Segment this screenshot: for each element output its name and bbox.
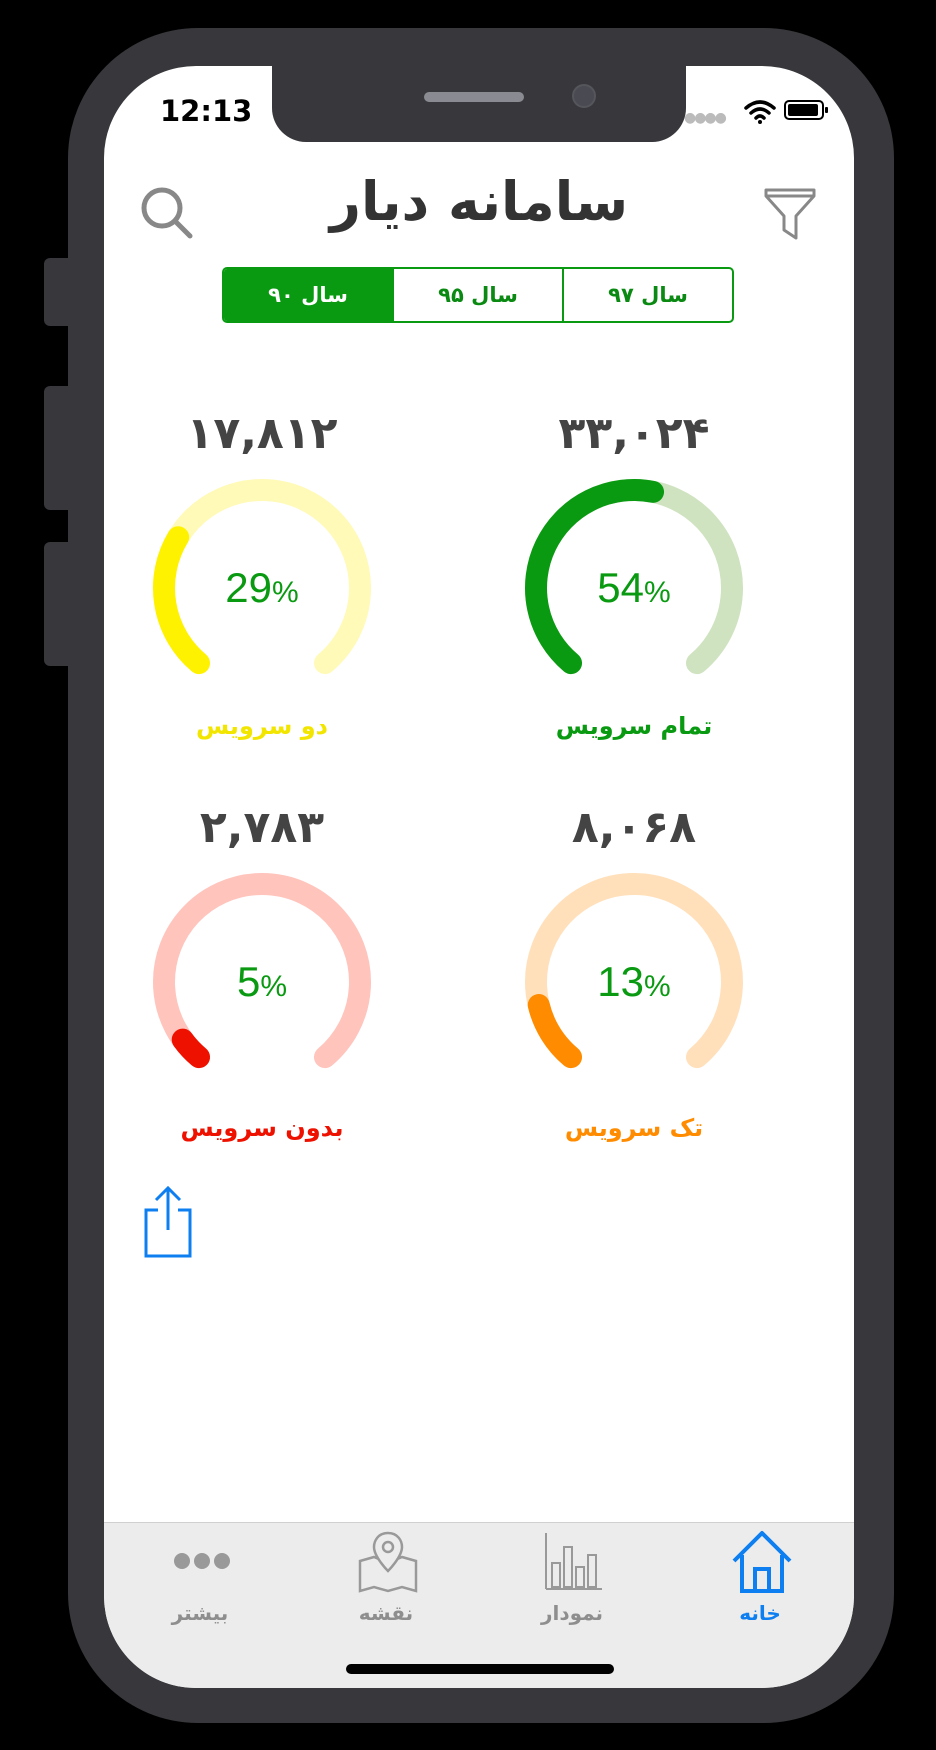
- gauge-label: بدون سرویس: [180, 1114, 344, 1142]
- gauge-percent-text: 13%: [597, 958, 670, 1005]
- tab-label: بیشتر: [171, 1601, 229, 1625]
- gauge-label: تمام سرویس: [555, 712, 713, 740]
- tab-label: خانه: [739, 1601, 781, 1625]
- gauge-percent-text: 54%: [597, 564, 670, 611]
- year-tab-90[interactable]: سال ۹۰: [224, 269, 392, 321]
- bar-chart-icon: [545, 1533, 602, 1590]
- gauge-single-service: ۸,۰۶۸ 13% تک سرویس: [504, 802, 764, 1162]
- gauge-value-arc: [153, 526, 211, 675]
- speaker: [424, 92, 524, 102]
- volume-down-button: [44, 542, 70, 666]
- filter-icon[interactable]: [760, 184, 820, 244]
- tab-more[interactable]: بیشتر: [140, 1529, 260, 1629]
- gauge-ring: 54%: [525, 479, 743, 675]
- signal-dots-icon: ●●●●: [684, 110, 727, 126]
- gauge-full-service: ۳۳,۰۲۴ 54% تمام سرویس: [504, 408, 764, 768]
- battery-icon: [784, 100, 828, 120]
- wifi-icon: [744, 100, 776, 124]
- status-indicators: ●●●●: [684, 96, 828, 126]
- tab-map[interactable]: نقشه: [326, 1529, 446, 1629]
- gauge-ring: 5%: [153, 873, 371, 1069]
- tab-label: نمودار: [540, 1601, 604, 1625]
- home-icon: [732, 1531, 792, 1593]
- tab-chart[interactable]: نمودار: [512, 1529, 632, 1629]
- notch: [272, 66, 686, 142]
- mute-switch: [44, 258, 70, 326]
- year-segmented-control: سال ۹۷ سال ۹۵ سال ۹۰: [222, 267, 734, 323]
- gauge-count: ۱۷,۸۱۲: [186, 408, 338, 459]
- more-icon: [174, 1553, 230, 1569]
- gauge-count: ۳۳,۰۲۴: [558, 408, 710, 459]
- search-icon[interactable]: [138, 184, 198, 244]
- camera: [572, 84, 596, 108]
- gauge-percent-text: 5%: [237, 958, 287, 1005]
- gauge-label: دو سرویس: [196, 712, 328, 740]
- gauge-value-arc: [171, 1028, 211, 1069]
- year-tab-97[interactable]: سال ۹۷: [562, 269, 732, 321]
- app-screen: 12:13 ●●●● سامانه دیار سال ۹۷ سال ۹۵ سال…: [104, 66, 854, 1688]
- gauge-no-service: ۲,۷۸۳ 5% بدون سرویس: [132, 802, 392, 1162]
- page-title: سامانه دیار: [329, 170, 629, 233]
- gauge-count: ۸,۰۶۸: [571, 802, 697, 853]
- gauge-count: ۲,۷۸۳: [199, 802, 325, 853]
- year-tab-95[interactable]: سال ۹۵: [392, 269, 562, 321]
- gauge-two-service: ۱۷,۸۱۲ 29% دو سرویس: [132, 408, 392, 768]
- status-time: 12:13: [160, 94, 253, 128]
- map-icon: [358, 1531, 418, 1593]
- tab-label: نقشه: [358, 1601, 414, 1625]
- share-icon[interactable]: [142, 1184, 194, 1260]
- gauge-value-arc: [527, 994, 583, 1069]
- gauge-percent-text: 29%: [225, 564, 298, 611]
- gauge-ring: 13%: [525, 873, 743, 1069]
- home-indicator: [346, 1664, 614, 1674]
- gauge-label: تک سرویس: [564, 1114, 704, 1142]
- volume-up-button: [44, 386, 70, 510]
- gauge-ring: 29%: [153, 479, 371, 675]
- tab-home[interactable]: خانه: [700, 1529, 820, 1629]
